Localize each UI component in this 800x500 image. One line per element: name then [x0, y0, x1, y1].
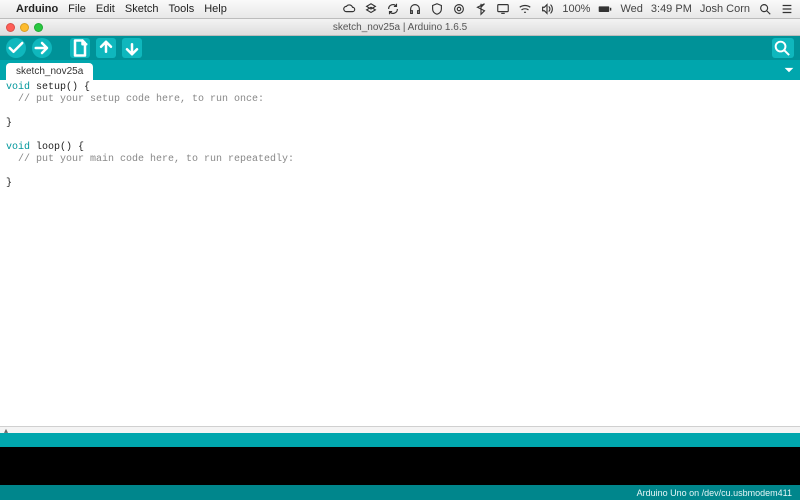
tab-menu-button[interactable] [782, 63, 796, 77]
window-title: sketch_nov25a | Arduino 1.6.5 [0, 22, 800, 33]
traffic-lights [0, 23, 43, 32]
headphones-icon[interactable] [408, 2, 422, 16]
divider-handle-icon: ▴ [4, 426, 8, 435]
battery-icon[interactable] [598, 2, 612, 16]
console-header [0, 433, 800, 447]
code-editor[interactable]: void setup() { // put your setup code he… [0, 80, 800, 426]
mac-menubar: Arduino File Edit Sketch Tools Help 100%… [0, 0, 800, 19]
code-content: void setup() { // put your setup code he… [0, 80, 800, 196]
dropbox-icon[interactable] [364, 2, 378, 16]
menubar-item-file[interactable]: File [68, 3, 86, 15]
tab-bar: sketch_nov25a [0, 60, 800, 80]
sync-icon[interactable] [386, 2, 400, 16]
battery-percent: 100% [562, 3, 590, 15]
tab-sketch[interactable]: sketch_nov25a [6, 63, 93, 80]
menubar-item-sketch[interactable]: Sketch [125, 3, 159, 15]
mac-tray: 100% Wed 3:49 PM Josh Corn [342, 2, 794, 16]
board-port-label: Arduino Uno on /dev/cu.usbmodem411 [637, 488, 792, 498]
tab-label: sketch_nov25a [16, 66, 83, 77]
window-titlebar: sketch_nov25a | Arduino 1.6.5 [0, 19, 800, 36]
notifications-icon[interactable] [780, 2, 794, 16]
zoom-button[interactable] [34, 23, 43, 32]
close-button[interactable] [6, 23, 15, 32]
volume-icon[interactable] [540, 2, 554, 16]
new-sketch-button[interactable] [70, 38, 90, 58]
clock-day: Wed [620, 3, 642, 15]
target-icon[interactable] [452, 2, 466, 16]
serial-monitor-button[interactable] [772, 38, 794, 58]
editor-divider[interactable]: ▴ [0, 426, 800, 433]
open-sketch-button[interactable] [96, 38, 116, 58]
wifi-icon[interactable] [518, 2, 532, 16]
minimize-button[interactable] [20, 23, 29, 32]
cloud-icon[interactable] [342, 2, 356, 16]
bluetooth-icon[interactable] [474, 2, 488, 16]
clock-time: 3:49 PM [651, 3, 692, 15]
user-name[interactable]: Josh Corn [700, 3, 750, 15]
upload-button[interactable] [32, 38, 52, 58]
shield-icon[interactable] [430, 2, 444, 16]
status-bar: Arduino Uno on /dev/cu.usbmodem411 [0, 485, 800, 500]
menubar-item-edit[interactable]: Edit [96, 3, 115, 15]
verify-button[interactable] [6, 38, 26, 58]
arduino-toolbar [0, 36, 800, 60]
menubar-app-name[interactable]: Arduino [16, 3, 58, 15]
save-sketch-button[interactable] [122, 38, 142, 58]
menubar-item-tools[interactable]: Tools [169, 3, 195, 15]
menubar-item-help[interactable]: Help [204, 3, 227, 15]
spotlight-icon[interactable] [758, 2, 772, 16]
display-icon[interactable] [496, 2, 510, 16]
console-output [0, 447, 800, 485]
